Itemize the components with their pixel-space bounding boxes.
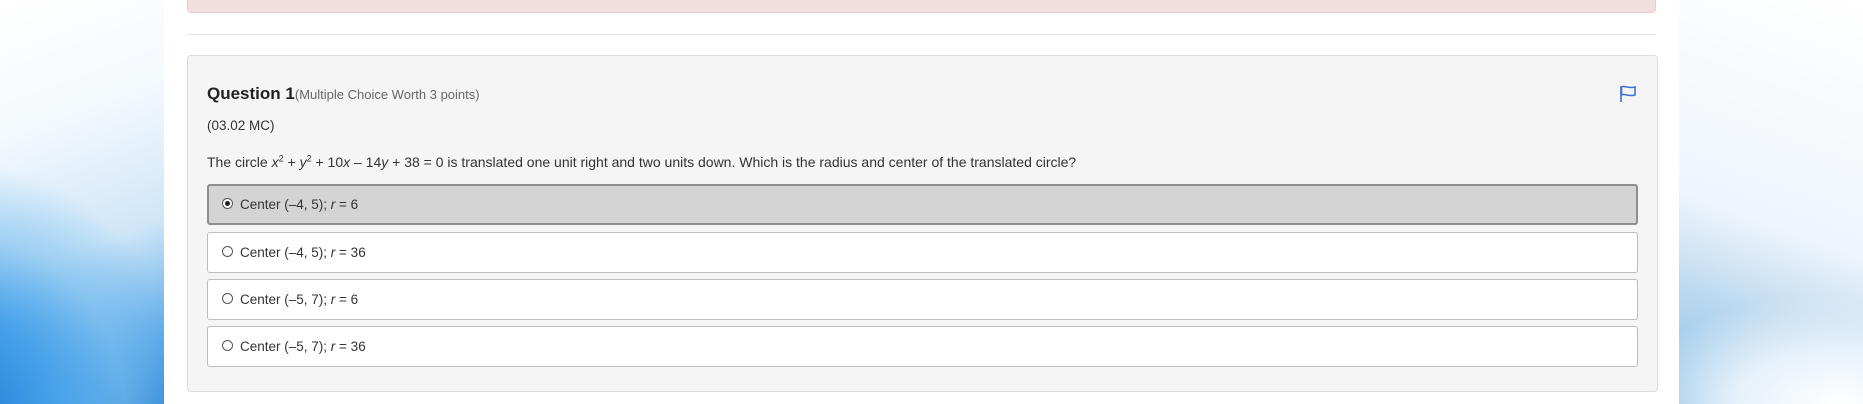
question-code: (03.02 MC) [207,118,275,133]
answer-label: Center (–4, 5); r = 36 [240,245,366,260]
question-text: The circle x2 + y2 + 10x – 14y + 38 = 0 … [207,153,1077,170]
question-worth: (Multiple Choice Worth 3 points) [294,87,480,102]
answer-option-3[interactable]: Center (–5, 7); r = 6 [207,279,1638,320]
background-right [1679,0,1863,404]
question-number: Question 1 [207,84,295,103]
answer-option-1[interactable]: Center (–4, 5); r = 6 [207,184,1638,225]
background-left [0,0,164,404]
answer-label: Center (–5, 7); r = 36 [240,339,366,354]
radio-button[interactable] [222,293,233,304]
flag-icon[interactable] [1617,83,1639,105]
answer-option-2[interactable]: Center (–4, 5); r = 36 [207,232,1638,273]
answer-label: Center (–4, 5); r = 6 [240,197,359,212]
question-title: Question 1(Multiple Choice Worth 3 point… [207,84,480,104]
alert-banner [187,0,1656,13]
radio-button[interactable] [222,340,233,351]
radio-button[interactable] [222,198,233,209]
radio-selected-dot [225,201,230,206]
radio-button[interactable] [222,246,233,257]
answer-label: Center (–5, 7); r = 6 [240,292,359,307]
divider [187,34,1656,35]
question-panel: Question 1(Multiple Choice Worth 3 point… [187,55,1658,392]
answer-option-4[interactable]: Center (–5, 7); r = 36 [207,326,1638,367]
page-content: Question 1(Multiple Choice Worth 3 point… [164,0,1679,404]
